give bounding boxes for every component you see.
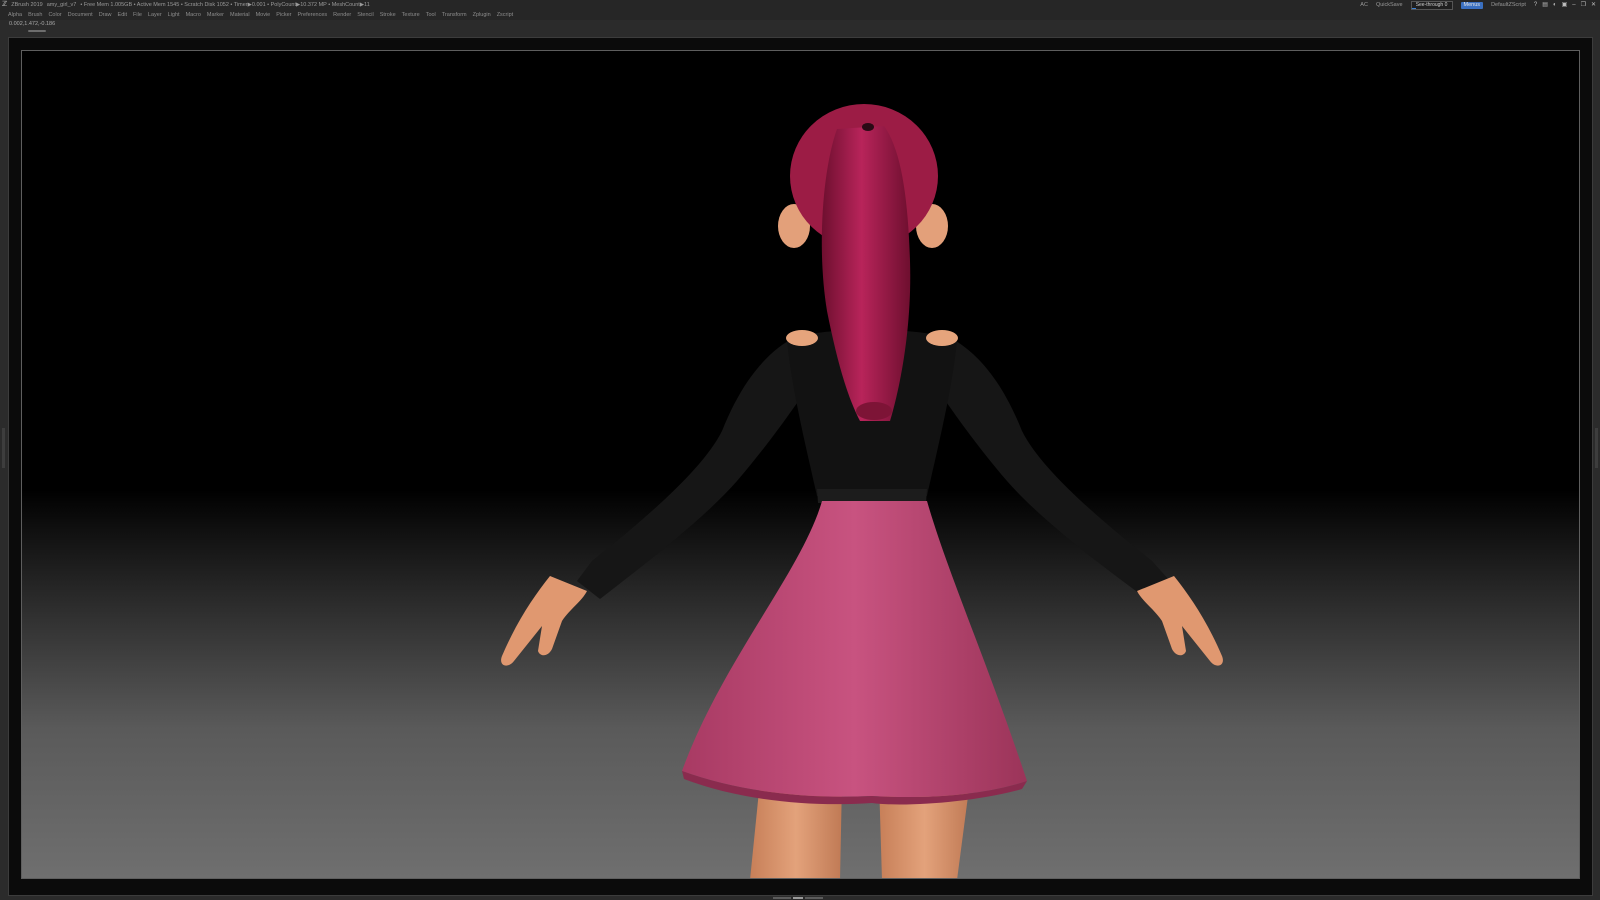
- menu-marker[interactable]: Marker: [207, 10, 224, 20]
- menu-zscript[interactable]: Zscript: [497, 10, 514, 20]
- minimize-icon[interactable]: –: [1572, 0, 1575, 10]
- menu-tool[interactable]: Tool: [426, 10, 436, 20]
- file-name: amy_girl_v7: [46, 2, 77, 8]
- title-bar: ℤ ZBrush 2019 amy_girl_v7 • Free Mem 1.0…: [0, 0, 1600, 10]
- cursor-coordinates: 0.002,1.472,-0.186: [9, 21, 56, 27]
- right-shoulder-cutout: [926, 330, 958, 346]
- menu-file[interactable]: File: [133, 10, 142, 20]
- menus-button[interactable]: Menus: [1460, 2, 1484, 9]
- menu-stencil[interactable]: Stencil: [357, 10, 374, 20]
- menu-layer[interactable]: Layer: [148, 10, 162, 20]
- menu-render[interactable]: Render: [333, 10, 351, 20]
- pink-skirt: [682, 501, 1027, 798]
- menu-alpha[interactable]: Alpha: [8, 10, 22, 20]
- menu-material[interactable]: Material: [230, 10, 250, 20]
- top-shelf-handle[interactable]: [28, 30, 46, 32]
- see-through-slider[interactable]: See-through 0: [1410, 1, 1453, 10]
- zbrush-logo-icon[interactable]: ℤ: [2, 0, 7, 10]
- menu-brush[interactable]: Brush: [28, 10, 42, 20]
- left-shoulder-cutout: [786, 330, 818, 346]
- lock-icon[interactable]: ▣: [1562, 0, 1568, 10]
- right-tray-grip[interactable]: [1595, 428, 1598, 468]
- menu-picker[interactable]: Picker: [276, 10, 291, 20]
- sculpt-model[interactable]: [22, 51, 1580, 879]
- left-hand: [501, 576, 587, 666]
- window-controls: ? ▤ ◐ ▣ – ❐ ✕: [1534, 0, 1596, 10]
- menu-bar: Alpha Brush Color Document Draw Edit Fil…: [0, 10, 1600, 20]
- menu-edit[interactable]: Edit: [118, 10, 127, 20]
- menu-draw[interactable]: Draw: [99, 10, 112, 20]
- menu-zplugin[interactable]: Zplugin: [473, 10, 491, 20]
- ac-button[interactable]: AC: [1360, 0, 1368, 10]
- app-name: ZBrush 2019: [11, 2, 43, 8]
- status-stats: • Free Mem 1.005GB • Active Mem 1545 • S…: [80, 2, 370, 8]
- menu-document[interactable]: Document: [68, 10, 93, 20]
- menu-stroke[interactable]: Stroke: [380, 10, 396, 20]
- right-hand: [1137, 576, 1223, 666]
- menu-movie[interactable]: Movie: [256, 10, 271, 20]
- restore-icon[interactable]: ❐: [1581, 0, 1586, 10]
- hair-tie: [862, 123, 874, 131]
- waistband: [817, 489, 927, 503]
- left-tray-grip[interactable]: [2, 428, 5, 468]
- palette-icon[interactable]: ◐: [1553, 0, 1557, 10]
- menu-light[interactable]: Light: [168, 10, 180, 20]
- layout-icon[interactable]: ▤: [1542, 0, 1548, 10]
- bottom-tray-grip[interactable]: [773, 896, 827, 900]
- see-through-fill: [1411, 8, 1416, 9]
- left-sleeve: [577, 336, 812, 599]
- help-icon[interactable]: ?: [1534, 0, 1537, 10]
- menu-macro[interactable]: Macro: [186, 10, 201, 20]
- menu-transform[interactable]: Transform: [442, 10, 467, 20]
- close-icon[interactable]: ✕: [1591, 0, 1596, 10]
- menu-color[interactable]: Color: [48, 10, 61, 20]
- ponytail-tip: [856, 402, 892, 420]
- right-sleeve: [932, 336, 1170, 599]
- 3d-viewport[interactable]: [21, 50, 1580, 879]
- quicksave-button[interactable]: QuickSave: [1376, 0, 1403, 10]
- menu-preferences[interactable]: Preferences: [298, 10, 328, 20]
- see-through-value: 0: [1444, 2, 1448, 8]
- menu-texture[interactable]: Texture: [402, 10, 420, 20]
- default-zscript-button[interactable]: DefaultZScript: [1491, 0, 1526, 10]
- see-through-label: See-through: [1415, 2, 1444, 8]
